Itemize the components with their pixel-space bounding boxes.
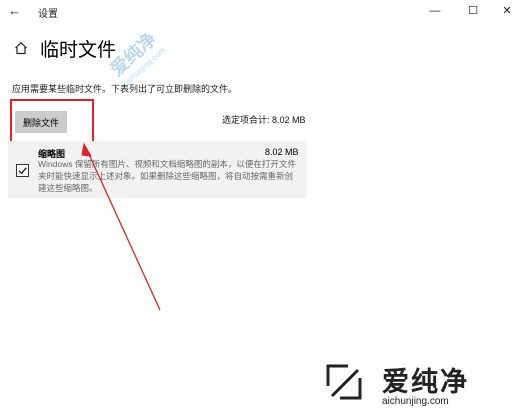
app-title: 设置 [38, 9, 58, 20]
close-icon[interactable]: ✕ [490, 0, 520, 22]
list-item[interactable]: 缩略图 8.02 MB Windows 保留所有图片、视频和文档缩略图的副本，以… [8, 141, 307, 198]
watermark-en: aichunjing.com [382, 396, 449, 407]
selected-total: 选定项合计: 8.02 MB [222, 115, 306, 125]
minimize-icon[interactable]: — [418, 0, 452, 22]
watermark-logo: 爱纯净 aichunjing.com [320, 358, 516, 412]
checkmark-icon [18, 167, 27, 175]
watermark-cn: 爱纯净 [382, 367, 469, 397]
item-size: 8.02 MB [265, 147, 299, 157]
back-arrow-icon[interactable]: ← [8, 3, 24, 19]
page-title: 临时文件 [40, 40, 117, 61]
logo-icon [326, 364, 362, 400]
maximize-icon[interactable]: ☐ [456, 0, 490, 22]
item-checkbox[interactable] [16, 164, 29, 177]
title-bar: ← 设置 — ☐ ✕ [0, 0, 520, 22]
item-description: Windows 保留所有图片、视频和文档缩略图的副本，以便在打开文件夹时能快速显… [38, 159, 296, 193]
home-icon[interactable] [14, 41, 28, 55]
annotation-arrow [81, 142, 161, 311]
